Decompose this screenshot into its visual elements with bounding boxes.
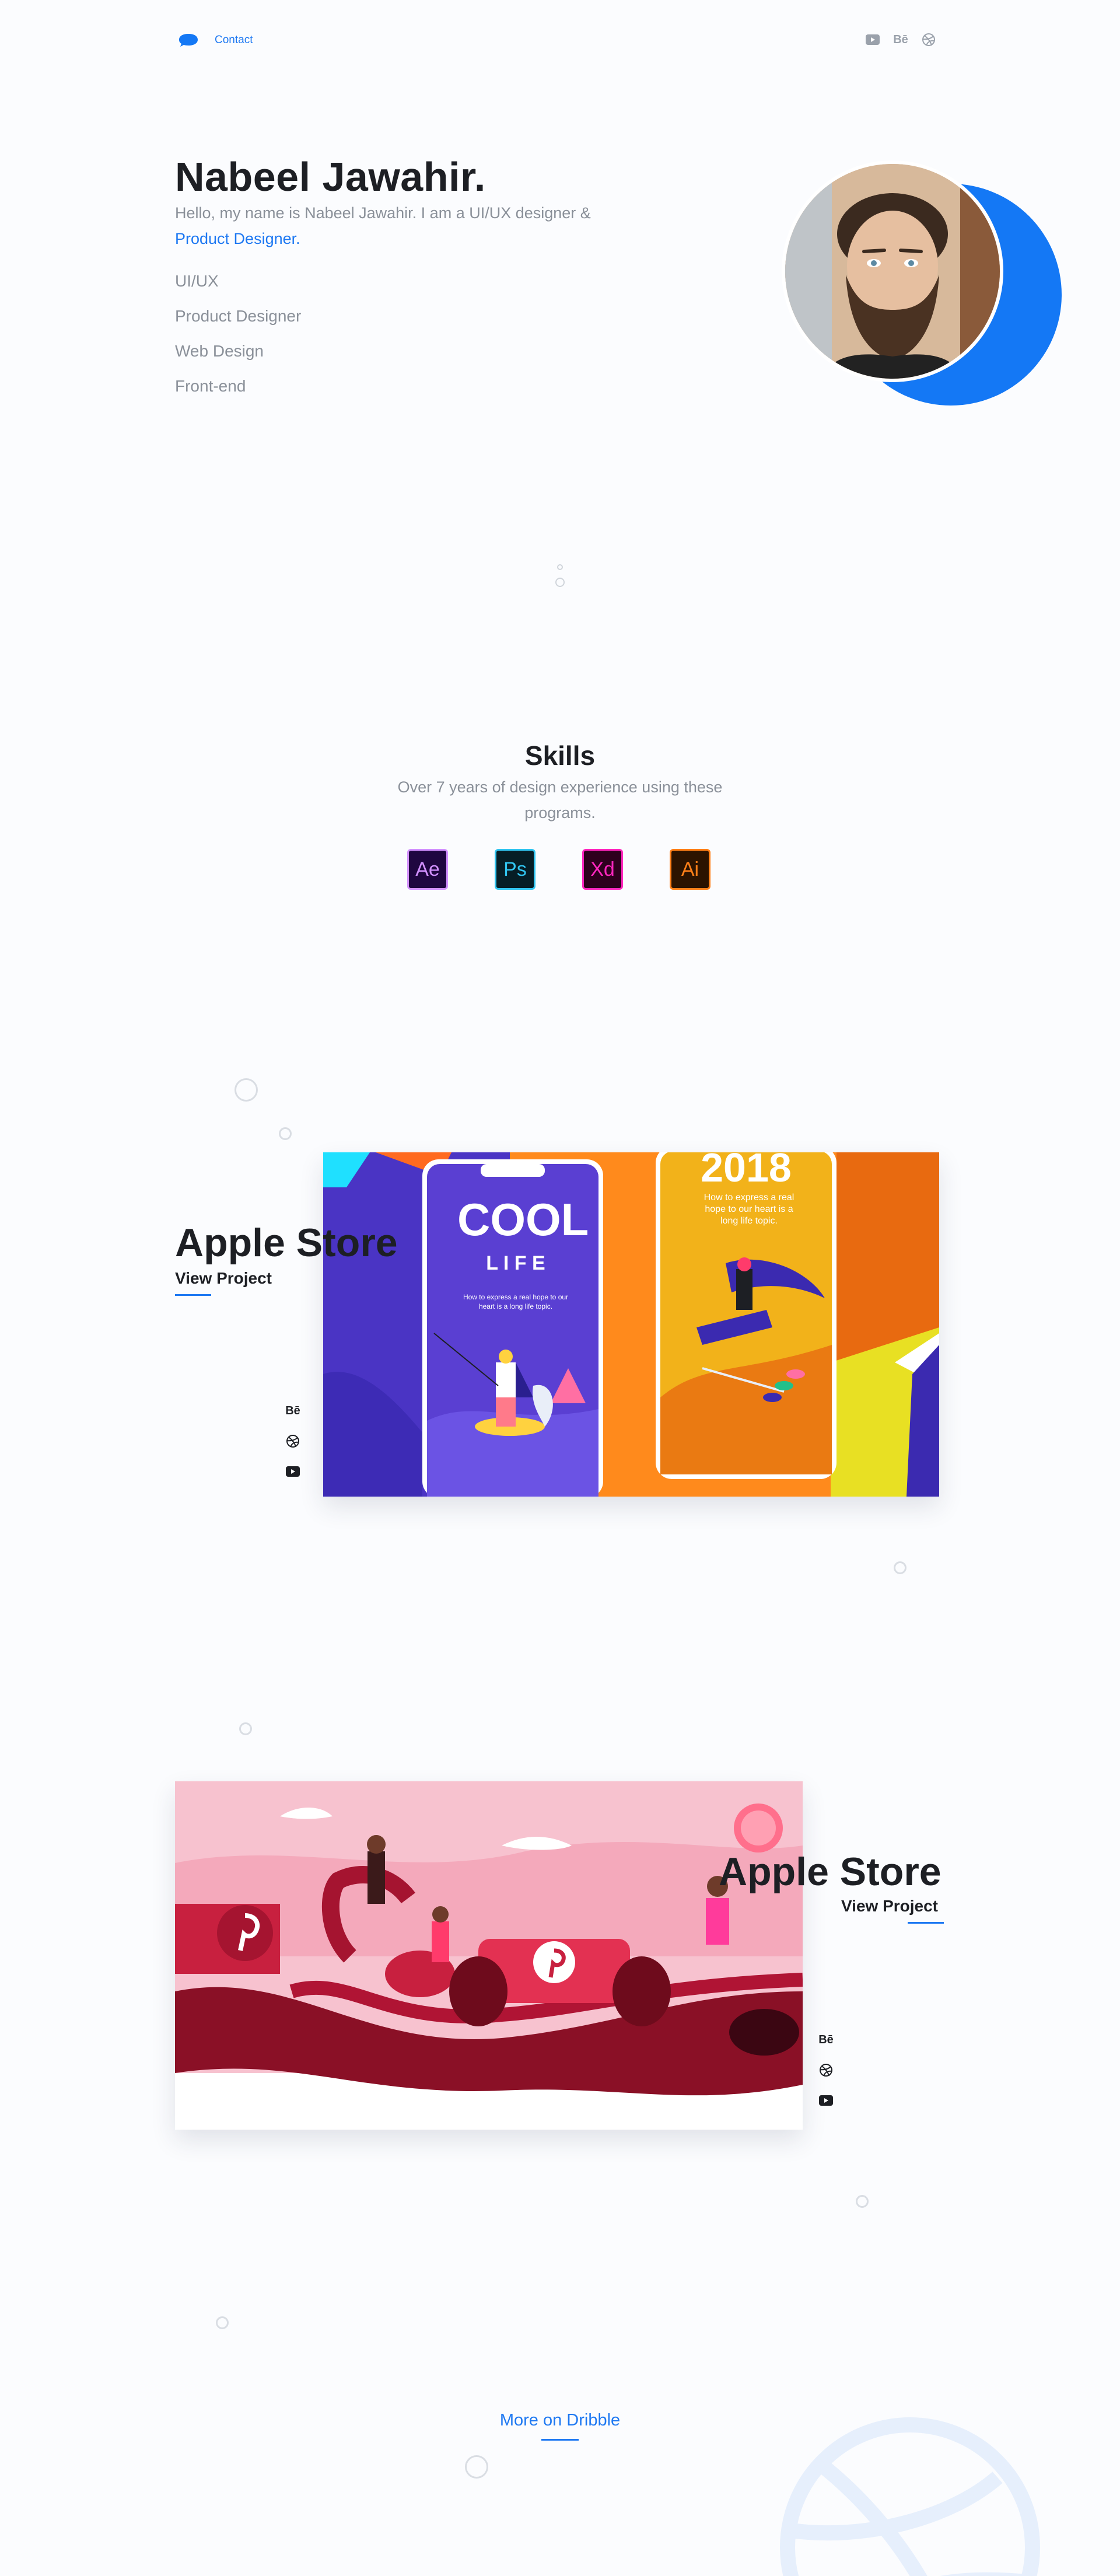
project-social-icons: Bē [285,1403,301,1480]
link-underline [175,1294,211,1296]
decor-circle [856,2195,869,2208]
link-underline [908,1922,944,1924]
after-effects-icon: Ae [407,849,448,890]
project-title: Apple Store [719,1850,942,1894]
decor-circle [279,1127,292,1140]
skills-icons: Ae Ps Xd Ai [407,849,710,890]
illustrator-icon: Ai [670,849,710,890]
youtube-icon[interactable] [285,1463,301,1480]
hero-intro-accent: Product Designer. [175,230,300,247]
behance-icon[interactable]: Bē [818,2032,834,2048]
photoshop-icon: Ps [495,849,536,890]
link-underline [541,2439,579,2441]
dribbble-watermark-icon [780,2417,1040,2576]
project-card-image[interactable] [175,1781,803,2130]
card-life-text: L I F E [486,1252,545,1274]
project-card-image[interactable]: COOL L I F E How to express a real hope … [323,1152,939,1497]
youtube-icon[interactable] [864,32,881,48]
view-project-link[interactable]: View Project [841,1897,938,1916]
header-social-icons: Bē [864,32,937,48]
behance-icon[interactable]: Bē [892,32,909,48]
avatar [782,160,1003,382]
decor-circle [216,2316,229,2329]
contact-link[interactable]: Contact [215,33,253,48]
project-title: Apple Store [175,1221,398,1265]
project-social-icons: Bē [818,2032,834,2109]
decor-circle [239,1722,252,1735]
decor-circle [235,1078,258,1102]
role-item: Web Design [175,342,264,360]
skills-description: Over 7 years of design experience using … [397,778,723,822]
dribbble-icon[interactable] [921,32,937,48]
decor-circle [894,1561,907,1574]
behance-icon[interactable]: Bē [285,1403,301,1419]
decor-circle [465,2455,488,2479]
scroll-indicator-icon[interactable] [553,560,567,589]
dribbble-icon[interactable] [818,2062,834,2078]
xd-icon: Xd [582,849,623,890]
youtube-icon[interactable] [818,2092,834,2109]
view-project-link[interactable]: View Project [175,1269,272,1288]
hero-name: Nabeel Jawahir. [175,154,486,200]
card-year-text: 2018 [701,1152,792,1190]
card-cool-text: COOL [457,1194,589,1245]
hero-intro: Hello, my name is Nabeel Jawahir. I am a… [175,200,595,251]
card-caption-left: How to express a real hope to our heart … [463,1293,569,1310]
skills-title: Skills [524,740,596,771]
roles-list: UI/UX Product Designer Web Design Front-… [175,270,301,410]
hero-intro-text: Hello, my name is Nabeel Jawahir. I am a… [175,204,591,222]
role-item: Product Designer [175,307,302,325]
logo-chat-icon[interactable] [178,33,199,48]
role-item: UI/UX [175,272,219,290]
card-caption-right: How to express a real hope to our heart … [704,1193,794,1226]
role-item: Front-end [175,377,246,395]
dribbble-icon[interactable] [285,1433,301,1449]
